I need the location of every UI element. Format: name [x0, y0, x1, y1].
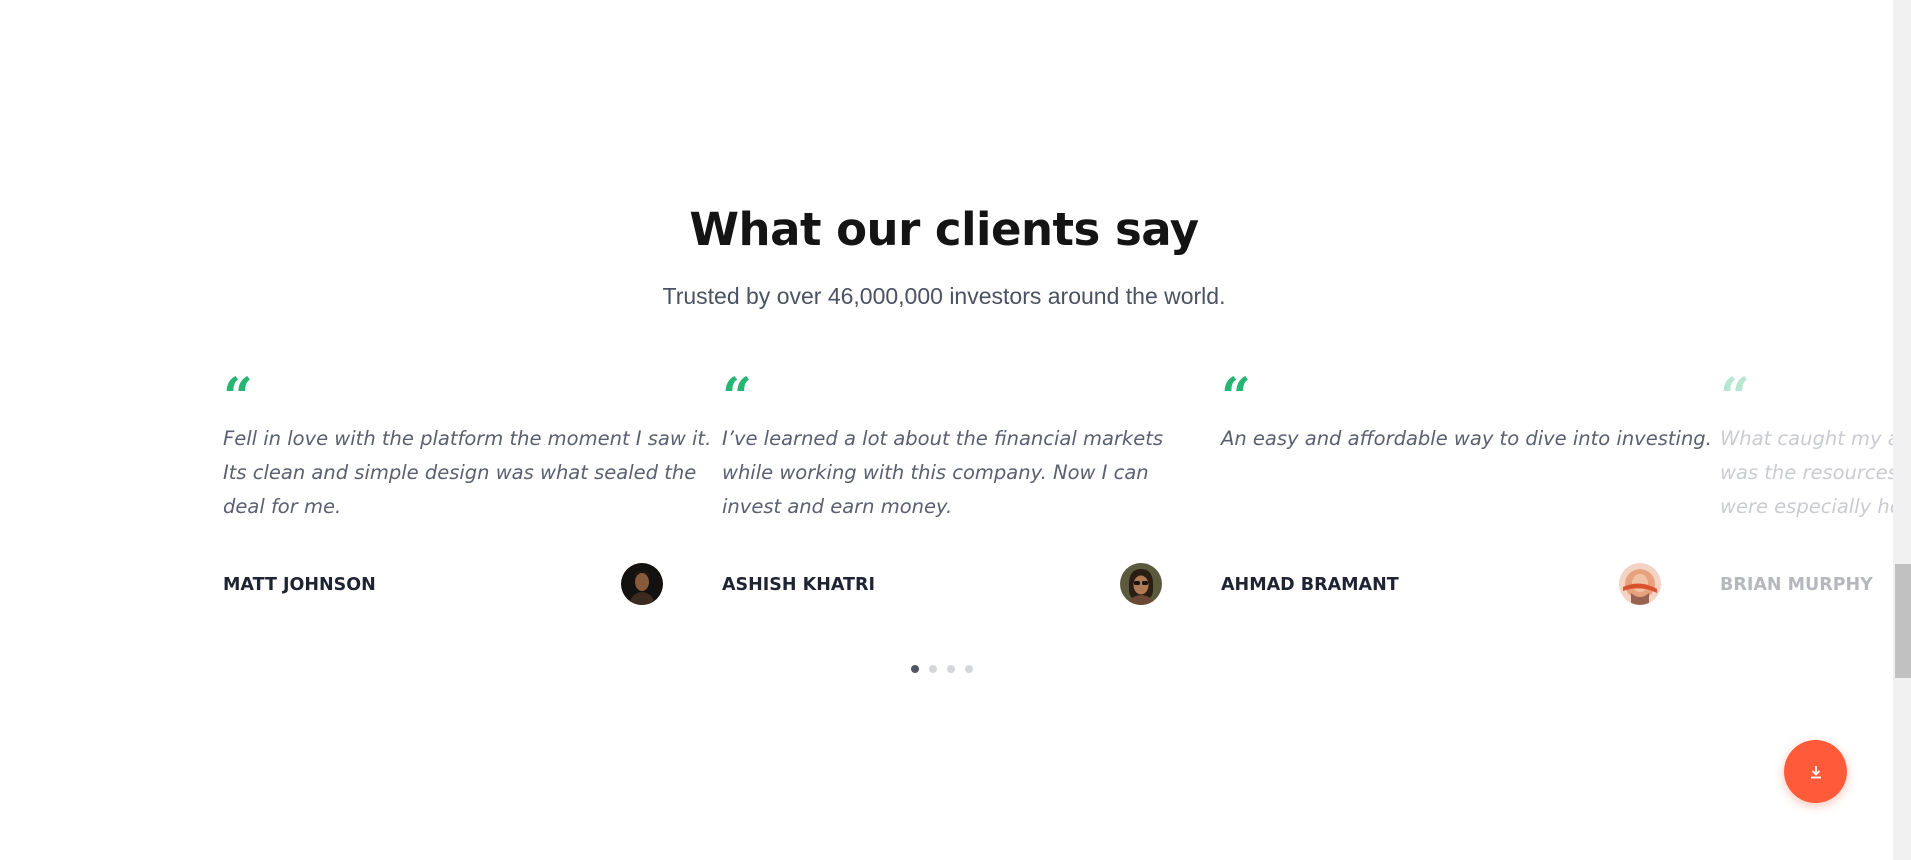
scrollbar-track[interactable]	[1893, 0, 1911, 860]
testimonial-quote: An easy and affordable way to dive into …	[1221, 422, 1712, 456]
quote-icon: “	[1221, 367, 1251, 428]
avatar-photo-icon	[621, 563, 663, 605]
quote-icon: “	[223, 367, 253, 428]
quote-line: Its clean and simple design was what sea…	[223, 461, 697, 484]
testimonial-author: BRIAN MURPHY	[1720, 575, 1873, 595]
testimonial-author: AHMAD BRAMANT	[1221, 575, 1399, 595]
testimonial-quote: What caught my att was the resources o w…	[1720, 422, 1893, 524]
pagination-dot[interactable]	[947, 665, 955, 673]
avatar	[1120, 563, 1162, 605]
testimonial-card: “ I’ve learned a lot about the financial…	[722, 367, 1163, 612]
quote-icon: “	[722, 367, 752, 428]
testimonial-author: MATT JOHNSON	[223, 575, 376, 595]
quote-line: were especially help	[1720, 495, 1893, 518]
testimonial-card: “ Fell in love with the platform the mom…	[223, 367, 711, 612]
quote-line: while working with this company. Now I c…	[722, 461, 1149, 484]
testimonial-slider[interactable]: “ Fell in love with the platform the mom…	[0, 0, 1893, 860]
slider-pagination	[911, 665, 973, 673]
avatar	[1619, 563, 1661, 605]
pagination-dot[interactable]	[965, 665, 973, 673]
avatar	[621, 563, 663, 605]
quote-line: was the resources o	[1720, 461, 1893, 484]
quote-line: deal for me.	[223, 495, 342, 518]
testimonial-quote: Fell in love with the platform the momen…	[223, 422, 711, 524]
quote-icon: “	[1720, 367, 1750, 428]
quote-line: An easy and affordable way to dive into …	[1221, 427, 1712, 450]
quote-line: Fell in love with the platform the momen…	[223, 427, 712, 450]
avatar-photo-icon	[1619, 563, 1661, 605]
download-icon	[1810, 765, 1821, 778]
pagination-dot[interactable]	[929, 665, 937, 673]
quote-line: I’ve learned a lot about the financial m…	[722, 427, 1164, 450]
download-button[interactable]	[1784, 740, 1847, 803]
testimonial-card: “ An easy and affordable way to dive int…	[1221, 367, 1712, 612]
testimonial-author: ASHISH KHATRI	[722, 575, 875, 595]
scrollbar-thumb[interactable]	[1895, 564, 1911, 678]
page: What our clients say Trusted by over 46,…	[0, 0, 1911, 860]
testimonial-card: “ What caught my att was the resources o…	[1720, 372, 1893, 612]
testimonial-quote: I’ve learned a lot about the financial m…	[722, 422, 1172, 524]
quote-line: What caught my att	[1720, 427, 1893, 450]
quote-line: invest and earn money.	[722, 495, 953, 518]
pagination-dot[interactable]	[911, 665, 919, 673]
avatar-photo-icon	[1120, 563, 1162, 605]
